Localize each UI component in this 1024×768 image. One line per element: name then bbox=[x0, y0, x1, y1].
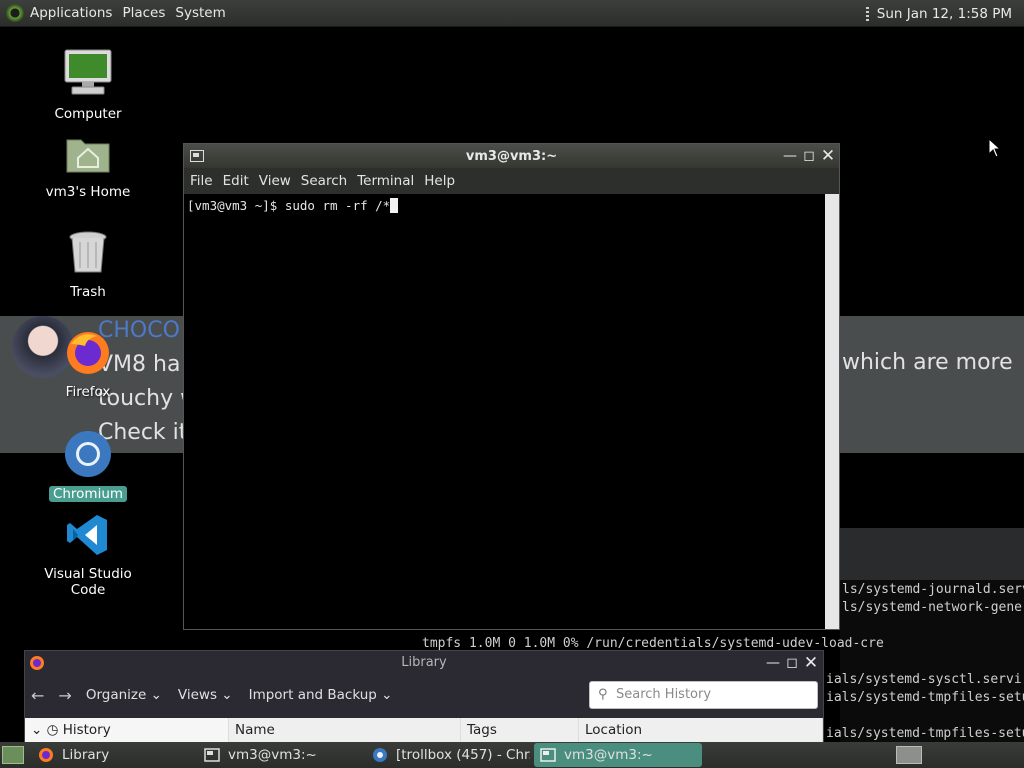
desktop-icon-label: Trash bbox=[70, 284, 106, 300]
taskbar-item-chromium[interactable]: [trollbox (457) - Chr... bbox=[366, 743, 530, 767]
panel-separator-icon bbox=[865, 6, 869, 21]
terminal-menubar: File Edit View Search Terminal Help bbox=[184, 168, 839, 194]
applications-menu[interactable]: Applications bbox=[30, 5, 112, 21]
mouse-pointer-icon bbox=[988, 138, 1002, 158]
taskbar-item-terminal[interactable]: vm3@vm3:~ bbox=[198, 743, 362, 767]
window-title: Library bbox=[401, 655, 447, 670]
library-titlebar[interactable]: Library — ◻ ✕ bbox=[25, 651, 823, 676]
desktop-icon-label: Firefox bbox=[65, 384, 111, 400]
search-history-input[interactable]: ⚲ Search History bbox=[589, 681, 818, 709]
terminal-titlebar[interactable]: vm3@vm3:~ — ◻ ✕ bbox=[184, 144, 839, 168]
firefox-icon bbox=[39, 748, 53, 762]
organize-button[interactable]: Organize ⌄ bbox=[86, 687, 162, 703]
show-desktop-icon[interactable] bbox=[2, 746, 24, 764]
menu-terminal[interactable]: Terminal bbox=[357, 173, 414, 189]
menu-search[interactable]: Search bbox=[301, 173, 347, 189]
close-icon[interactable]: ✕ bbox=[820, 148, 836, 165]
forward-arrow-icon[interactable]: → bbox=[58, 686, 71, 705]
console-line: ials/systemd-tmpfiles-setu bbox=[826, 690, 1024, 705]
menu-view[interactable]: View bbox=[259, 173, 291, 189]
tree-item-history[interactable]: ⌄ ◷ History bbox=[25, 718, 229, 742]
system-menu[interactable]: System bbox=[175, 5, 225, 21]
computer-icon bbox=[64, 49, 112, 95]
terminal-icon bbox=[540, 748, 556, 762]
terminal-window[interactable]: vm3@vm3:~ — ◻ ✕ File Edit View Search Te… bbox=[183, 143, 840, 630]
places-menu[interactable]: Places bbox=[122, 5, 165, 21]
terminal-icon bbox=[204, 748, 220, 762]
maximize-icon[interactable]: ◻ bbox=[801, 148, 817, 164]
desktop-icon-home[interactable]: vm3's Home bbox=[28, 132, 148, 200]
column-header-name[interactable]: Name bbox=[229, 718, 461, 742]
column-header-tags[interactable]: Tags bbox=[461, 718, 579, 742]
minimize-icon[interactable]: — bbox=[782, 148, 798, 164]
library-toolbar: ← → Organize ⌄ Views ⌄ Import and Backup… bbox=[25, 676, 823, 714]
console-line: tmpfs 1.0M 0 1.0M 0% /run/credentials/sy… bbox=[422, 636, 884, 651]
library-window[interactable]: Library — ◻ ✕ ← → Organize ⌄ Views ⌄ Imp… bbox=[24, 650, 824, 742]
maximize-icon[interactable]: ◻ bbox=[784, 655, 800, 671]
library-header-row: ⌄ ◷ History Name Tags Location bbox=[25, 718, 823, 742]
chromium-icon bbox=[65, 431, 111, 477]
desktop-icon-label: Computer bbox=[54, 106, 122, 122]
views-button[interactable]: Views ⌄ bbox=[178, 687, 233, 703]
firefox-icon bbox=[67, 332, 109, 374]
menu-file[interactable]: File bbox=[190, 173, 213, 189]
console-line: ials/systemd-sysctl.servi bbox=[826, 672, 1022, 687]
close-icon[interactable]: ✕ bbox=[803, 655, 819, 672]
background-console bbox=[840, 528, 1024, 742]
desktop-icon-trash[interactable]: Trash bbox=[28, 230, 148, 300]
menu-edit[interactable]: Edit bbox=[223, 173, 249, 189]
command-line: [vm3@vm3 ~]$ sudo rm -rf /* bbox=[187, 198, 391, 213]
terminal-scrollbar[interactable] bbox=[825, 194, 839, 629]
trash-icon bbox=[69, 231, 107, 273]
search-icon: ⚲ bbox=[598, 687, 608, 702]
clock[interactable]: Sun Jan 12, 1:58 PM bbox=[877, 6, 1012, 22]
taskbar-item-terminal-active[interactable]: vm3@vm3:~ bbox=[534, 743, 702, 767]
terminal-screen[interactable]: [vm3@vm3 ~]$ sudo rm -rf /* bbox=[184, 194, 826, 629]
desktop-icon-label: Chromium bbox=[48, 486, 128, 502]
desktop-icon-firefox[interactable]: Firefox bbox=[28, 330, 148, 400]
minimize-icon[interactable]: — bbox=[765, 655, 781, 671]
import-backup-button[interactable]: Import and Backup ⌄ bbox=[249, 687, 393, 703]
desktop-icon-label: Visual Studio Code bbox=[44, 566, 132, 598]
desktop-icon-vscode[interactable]: Visual Studio Code bbox=[28, 512, 148, 598]
banner-right-text: which are more bbox=[842, 350, 1013, 375]
workspace-switcher-icon[interactable] bbox=[896, 746, 922, 764]
distro-logo-icon[interactable] bbox=[6, 4, 24, 22]
top-panel: Applications Places System Sun Jan 12, 1… bbox=[0, 0, 1024, 27]
desktop-icon-computer[interactable]: Computer bbox=[28, 48, 148, 122]
chromium-icon bbox=[373, 748, 387, 762]
console-line: ls/systemd-journald.serv bbox=[842, 582, 1024, 597]
column-header-location[interactable]: Location bbox=[579, 718, 823, 742]
home-folder-icon bbox=[66, 139, 110, 173]
vscode-icon bbox=[67, 515, 107, 555]
window-title: vm3@vm3:~ bbox=[465, 148, 558, 164]
back-arrow-icon[interactable]: ← bbox=[31, 686, 44, 705]
menu-help[interactable]: Help bbox=[424, 173, 455, 189]
desktop-icon-chromium[interactable]: Chromium bbox=[28, 430, 148, 502]
text-cursor bbox=[390, 198, 399, 213]
taskbar-item-library[interactable]: Library bbox=[32, 743, 194, 767]
console-line: ls/systemd-network-gene bbox=[842, 600, 1023, 615]
desktop-icon-label: vm3's Home bbox=[45, 184, 131, 200]
bottom-taskbar: Library vm3@vm3:~ [trollbox (457) - Chr.… bbox=[0, 742, 1024, 768]
console-line: ials/systemd-tmpfiles-setu bbox=[826, 726, 1024, 741]
